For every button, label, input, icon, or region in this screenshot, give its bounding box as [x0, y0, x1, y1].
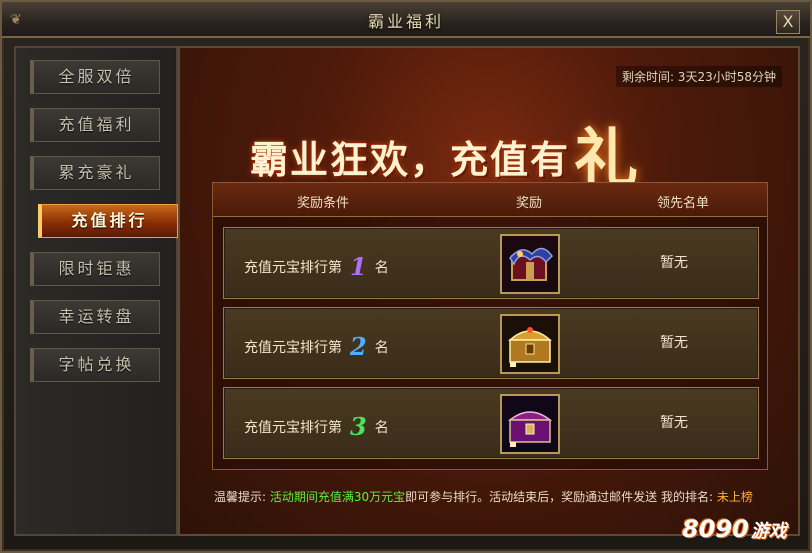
reward-slot[interactable]: [500, 314, 560, 374]
rank-number: 2: [350, 332, 367, 361]
leader-name: 暂无: [660, 255, 688, 271]
sidebar-item-recharge-ranking[interactable]: 充值排行: [38, 204, 178, 238]
dragon-gift-box-icon: [502, 236, 558, 292]
row-suffix: 名: [374, 340, 389, 356]
sidebar-item-double-exp[interactable]: 全服双倍: [30, 60, 160, 94]
reward-slot[interactable]: [500, 394, 560, 454]
header-condition: 奖励条件: [296, 196, 349, 211]
purple-treasure-chest-icon: [502, 396, 558, 452]
my-rank-value: 未上榜: [716, 490, 753, 504]
row-condition: 充值元宝排行第 2 名: [244, 332, 389, 361]
tip-highlight: 活动期间充值满30万元宝: [269, 490, 406, 504]
row-condition-text: 充值元宝排行第: [244, 340, 342, 356]
sidebar: 全服双倍 充值福利 累充豪礼 充值排行 限时钜惠 幸运转盘 字帖兑换: [14, 46, 178, 536]
table-row: 充值元宝排行第 2 名 暂无: [223, 307, 759, 379]
title-bar: ❦ 霸业福利 X: [2, 2, 810, 38]
reward-slot[interactable]: [500, 234, 560, 294]
row-suffix: 名: [374, 260, 389, 276]
rank-number: 1: [350, 252, 367, 281]
sidebar-item-copybook-exchange[interactable]: 字帖兑换: [30, 348, 160, 382]
sidebar-item-lucky-wheel[interactable]: 幸运转盘: [30, 300, 160, 334]
sidebar-item-cumulative-gifts[interactable]: 累充豪礼: [30, 156, 160, 190]
remaining-time: 剩余时间: 3天23小时58分钟: [615, 66, 782, 87]
row-condition: 充值元宝排行第 3 名: [244, 412, 389, 441]
close-button[interactable]: X: [776, 10, 800, 34]
watermark-logo: 8090 游戏: [682, 515, 802, 547]
rank-number: 3: [350, 412, 367, 441]
main-panel: 剩余时间: 3天23小时58分钟 霸业狂欢，充值有礼 奖励条件 奖励 领先名单 …: [178, 46, 800, 536]
sidebar-item-limited-deals[interactable]: 限时钜惠: [30, 252, 160, 286]
window-title: 霸业福利: [367, 12, 444, 31]
table-row: 充值元宝排行第 3 名 暂无: [223, 387, 759, 459]
row-condition-text: 充值元宝排行第: [244, 420, 342, 436]
tip-text: 温馨提示: 活动期间充值满30万元宝即可参与排行。活动结束后，奖励通过邮件发送 …: [214, 488, 753, 505]
welfare-window: ❦ 霸业福利 X 全服双倍 充值福利 累充豪礼 充值排行 限时钜惠 幸运转盘 字…: [0, 0, 812, 553]
row-condition-text: 充值元宝排行第: [244, 260, 342, 276]
sidebar-item-recharge-welfare[interactable]: 充值福利: [30, 108, 160, 142]
tip-middle: 即可参与排行。活动结束后，奖励通过邮件发送 我的排名:: [405, 490, 717, 504]
table-row: 充值元宝排行第 1 名 暂无: [223, 227, 759, 299]
row-suffix: 名: [374, 420, 389, 436]
row-condition: 充值元宝排行第 1 名: [244, 252, 389, 281]
leader-name: 暂无: [660, 415, 688, 431]
header-reward: 奖励: [515, 196, 542, 211]
watermark-number: 8090: [682, 515, 749, 543]
golden-treasure-chest-icon: [502, 316, 558, 372]
tip-prefix: 温馨提示:: [214, 490, 270, 504]
watermark-text: 游戏: [750, 521, 787, 542]
ranking-table: 奖励条件 奖励 领先名单 充值元宝排行第 1 名 暂无 充值元宝排行第 2 名 …: [212, 182, 768, 470]
banner-text: 霸业狂欢，充值有: [250, 137, 571, 182]
table-header: 奖励条件 奖励 领先名单: [213, 183, 767, 217]
leader-name: 暂无: [660, 335, 688, 351]
header-leaders: 领先名单: [656, 196, 709, 211]
